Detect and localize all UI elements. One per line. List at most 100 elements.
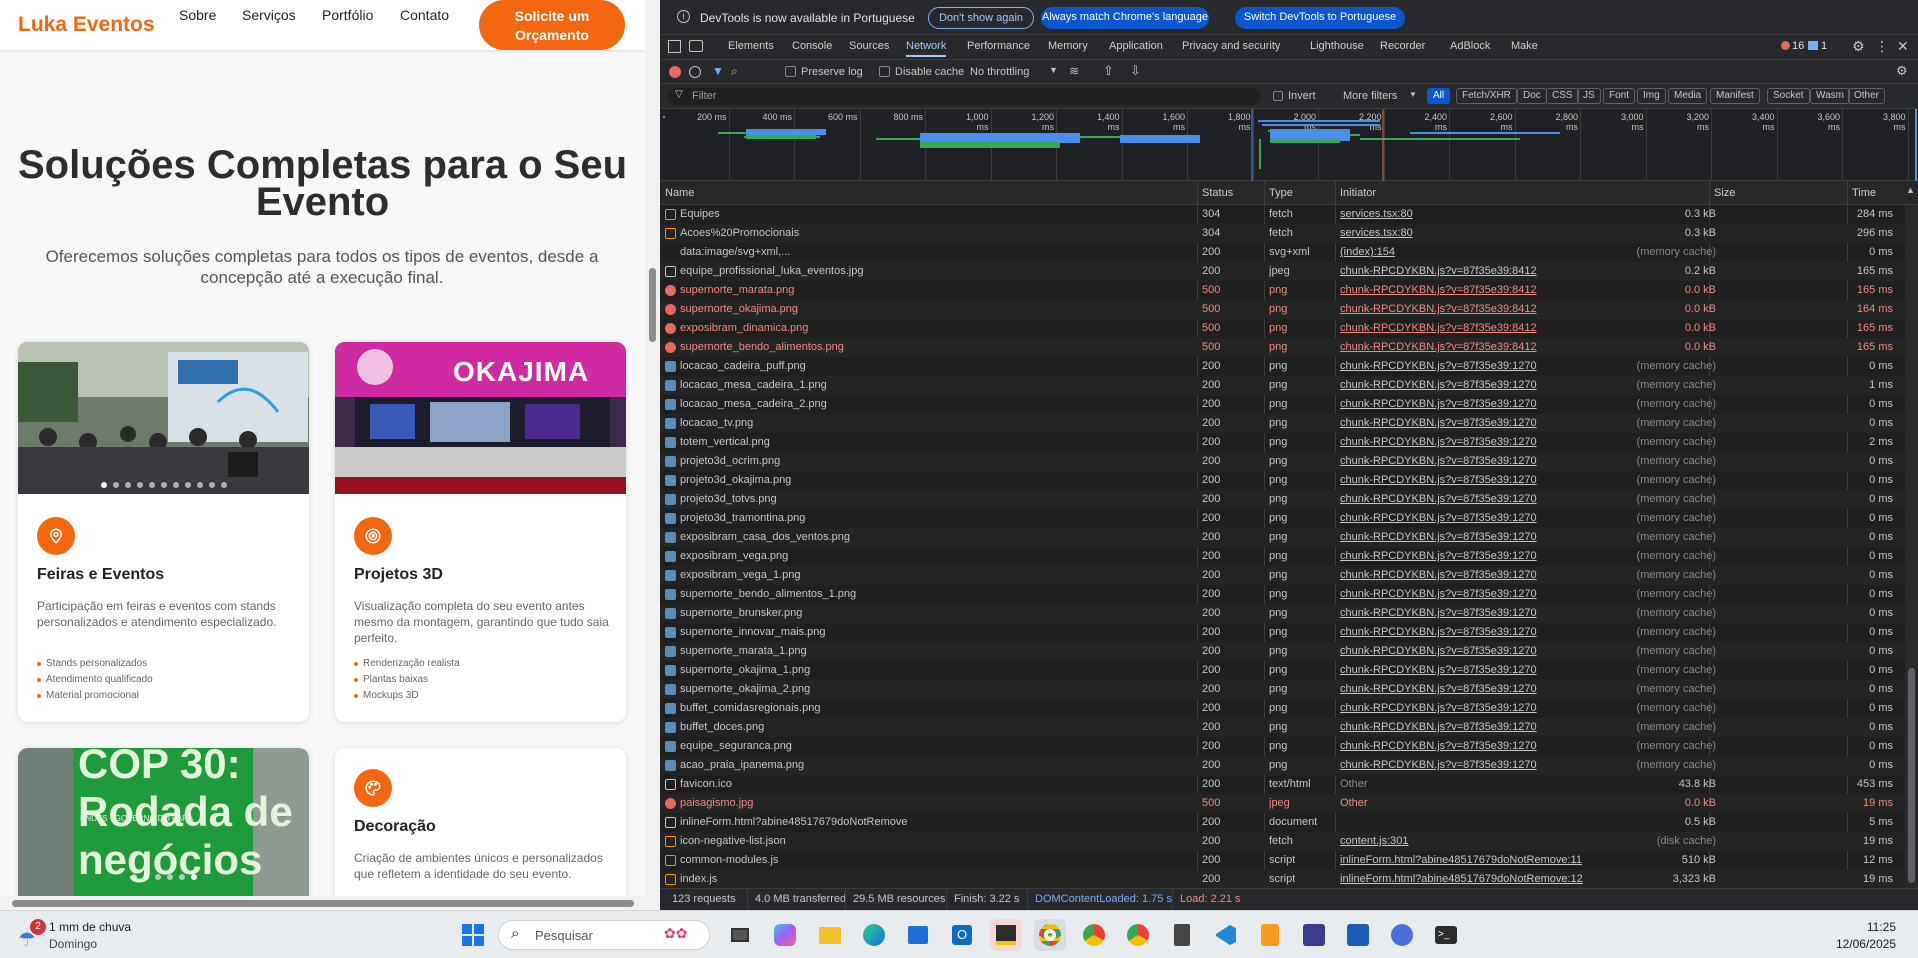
tab-application[interactable]: Application — [1109, 40, 1163, 52]
weather-text[interactable]: 1 mm de chuva — [49, 920, 131, 934]
request-initiator[interactable]: chunk-RPCDYKBN.js?v=87f35e39:8412 — [1340, 319, 1710, 338]
network-request-row[interactable]: totem_vertical.png 200 png chunk-RPCDYKBN.j… — [660, 433, 1905, 452]
message-count[interactable]: 1 — [1821, 40, 1827, 52]
network-request-row[interactable]: projeto3d_totvs.png 200 png chunk-RPCDYKBN.… — [660, 490, 1905, 509]
filter-fetch-xhr[interactable]: Fetch/XHR — [1456, 88, 1517, 104]
tab-adblock[interactable]: AdBlock — [1450, 40, 1490, 52]
request-initiator[interactable]: inlineForm.html?abine48517679doNotRemove… — [1340, 870, 1710, 888]
dont-show-again-button[interactable]: Don't show again — [928, 7, 1034, 29]
settings-app-icon[interactable] — [1386, 919, 1418, 951]
network-request-row[interactable]: equipe_seguranca.png 200 png chunk-RPCDYKBN… — [660, 737, 1905, 756]
request-initiator[interactable]: services.tsx:80 — [1340, 205, 1710, 224]
network-request-row[interactable]: supernorte_marata.png 500 png chunk-RPCDYKB… — [660, 281, 1905, 300]
filter-img[interactable]: Img — [1637, 88, 1666, 104]
sublime-text-icon[interactable] — [1254, 919, 1286, 951]
more-options-icon[interactable]: ⋮ — [1875, 38, 1889, 55]
request-initiator[interactable]: chunk-RPCDYKBN.js?v=87f35e39:8412 — [1340, 262, 1710, 281]
filter-input[interactable]: ▽ Filter — [668, 88, 1260, 105]
request-list-scrollbar[interactable] — [1905, 205, 1918, 888]
nav-link-portfolio[interactable]: Portfólio — [322, 7, 373, 23]
preserve-log-checkbox[interactable] — [785, 66, 796, 77]
clear-icon[interactable] — [689, 66, 701, 78]
column-size[interactable]: Size — [1714, 187, 1735, 199]
tab-memory[interactable]: Memory — [1048, 40, 1088, 52]
network-request-row[interactable]: supernorte_okajima_1.png 200 png chunk-RPCD… — [660, 661, 1905, 680]
taskbar-search-box[interactable]: ⌕ Pesquisar ✿✿ — [498, 920, 710, 950]
network-request-row[interactable]: buffet_doces.png 200 png chunk-RPCDYKBN.js?… — [660, 718, 1905, 737]
filter-css[interactable]: CSS — [1546, 88, 1579, 104]
close-icon[interactable]: ✕ — [1897, 38, 1909, 55]
network-request-row[interactable]: Acoes%20Promocionais 304 fetch services.tsx… — [660, 224, 1905, 243]
search-icon[interactable]: ⌕ — [731, 64, 738, 79]
filter-wasm[interactable]: Wasm — [1810, 88, 1850, 104]
tab-elements[interactable]: Elements — [728, 40, 774, 52]
request-initiator[interactable]: content.js:301 — [1340, 832, 1710, 851]
network-request-row[interactable]: exposibram_dinamica.png 500 png chunk-RPCDY… — [660, 319, 1905, 338]
network-request-row[interactable]: favicon.ico 200 text/html Other 43.8 kB 453 m… — [660, 775, 1905, 794]
network-request-row[interactable]: supernorte_brunsker.png 200 png chunk-RPCDY… — [660, 604, 1905, 623]
device-toolbar-icon[interactable] — [689, 40, 703, 52]
clock-date[interactable]: 12/06/2025 — [1836, 937, 1896, 951]
disable-cache-checkbox[interactable] — [879, 66, 890, 77]
network-overview-timeline[interactable]: 200 ms 400 ms 600 ms 800 ms 1,000 ms 1,200 ms… — [660, 109, 1918, 181]
request-initiator[interactable]: chunk-RPCDYKBN.js?v=87f35e39:8412 — [1340, 300, 1710, 319]
network-request-row[interactable]: index.js 200 script inlineForm.html?abine48… — [660, 870, 1905, 888]
carousel-dots[interactable] — [18, 874, 309, 880]
task-view-icon[interactable] — [724, 919, 756, 951]
inspect-icon[interactable] — [668, 40, 681, 53]
network-request-row[interactable]: locacao_tv.png 200 png chunk-RPCDYKBN.js?v=… — [660, 414, 1905, 433]
network-request-row[interactable]: buffet_comidasregionais.png 200 png chunk-R… — [660, 699, 1905, 718]
network-request-row[interactable]: equipe_profissional_luka_eventos.jpg 200 j… — [660, 262, 1905, 281]
filter-all[interactable]: All — [1427, 88, 1451, 104]
site-horizontal-scrollbar[interactable] — [0, 896, 645, 910]
network-request-row[interactable]: projeto3d_ocrim.png 200 png chunk-RPCDYKBN.… — [660, 452, 1905, 471]
column-time[interactable]: Time — [1852, 187, 1876, 199]
network-request-row[interactable]: locacao_mesa_cadeira_2.png 200 png chunk-RP… — [660, 395, 1905, 414]
filter-manifest[interactable]: Manifest — [1710, 88, 1760, 104]
network-request-row[interactable]: exposibram_casa_dos_ventos.png 200 png chun… — [660, 528, 1905, 547]
network-request-row[interactable]: inlineForm.html?abine48517679doNotRemove… — [660, 813, 1905, 832]
network-request-row[interactable]: locacao_mesa_cadeira_1.png 200 png chunk-RP… — [660, 376, 1905, 395]
weather-widget[interactable]: ☂ 2 — [14, 919, 46, 951]
filter-doc[interactable]: Doc — [1517, 88, 1547, 104]
tab-privacy-security[interactable]: Privacy and security — [1182, 40, 1280, 52]
vscode-icon[interactable] — [1210, 919, 1242, 951]
network-request-row[interactable]: data:image/svg+xml,... 200 svg+xml (index):… — [660, 243, 1905, 262]
filter-js[interactable]: JS — [1577, 88, 1601, 104]
tab-lighthouse[interactable]: Lighthouse — [1310, 40, 1364, 52]
request-quote-button[interactable]: Solicite um Orçamento — [479, 0, 625, 50]
sticky-notes-icon[interactable] — [990, 919, 1022, 951]
filter-other[interactable]: Other — [1848, 88, 1886, 104]
windows-start-icon[interactable] — [457, 919, 489, 951]
tab-performance[interactable]: Performance — [967, 40, 1030, 52]
network-request-row[interactable]: locacao_cadeira_puff.png 200 png chunk-RPCD… — [660, 357, 1905, 376]
network-request-row[interactable]: supernorte_bendo_alimentos_1.png 200 png ch… — [660, 585, 1905, 604]
tab-console[interactable]: Console — [792, 40, 832, 52]
more-filters-dropdown[interactable]: More filters — [1343, 90, 1397, 102]
virtualization-app-icon[interactable] — [1298, 919, 1330, 951]
filter-media[interactable]: Media — [1668, 88, 1708, 104]
brand-logo[interactable]: Luka Eventos — [18, 13, 155, 37]
carousel-dots[interactable] — [18, 482, 309, 488]
nav-link-contato[interactable]: Contato — [400, 7, 449, 23]
edge-browser-icon[interactable] — [858, 919, 890, 951]
network-conditions-icon[interactable]: ≋ — [1069, 64, 1079, 78]
nav-link-sobre[interactable]: Sobre — [179, 7, 216, 23]
settings-gear-icon[interactable]: ⚙ — [1852, 38, 1865, 55]
terminal-icon[interactable]: >_ — [1430, 919, 1462, 951]
request-initiator[interactable]: services.tsx:80 — [1340, 224, 1710, 243]
tab-network[interactable]: Network — [906, 40, 947, 57]
always-match-language-button[interactable]: Always match Chrome's language — [1041, 7, 1209, 29]
request-initiator[interactable]: chunk-RPCDYKBN.js?v=87f35e39:8412 — [1340, 338, 1710, 357]
network-request-row[interactable]: supernorte_innovar_mais.png 200 png chunk-R… — [660, 623, 1905, 642]
clock-time[interactable]: 11:25 — [1867, 920, 1896, 934]
nav-link-servicos[interactable]: Serviços — [242, 7, 296, 23]
request-initiator[interactable]: chunk-RPCDYKBN.js?v=87f35e39:8412 — [1340, 281, 1710, 300]
record-stop-icon[interactable] — [669, 66, 681, 78]
network-request-row[interactable]: supernorte_marata_1.png 200 png chunk-RPCDY… — [660, 642, 1905, 661]
network-request-row[interactable]: supernorte_okajima_2.png 200 png chunk-RPCD… — [660, 680, 1905, 699]
filter-funnel-icon[interactable]: ▼ — [712, 64, 724, 78]
column-type[interactable]: Type — [1269, 187, 1293, 199]
request-initiator[interactable]: Other — [1340, 775, 1710, 794]
network-request-row[interactable]: Equipes 304 fetch services.tsx:80 0.3 kB 284 … — [660, 205, 1905, 224]
